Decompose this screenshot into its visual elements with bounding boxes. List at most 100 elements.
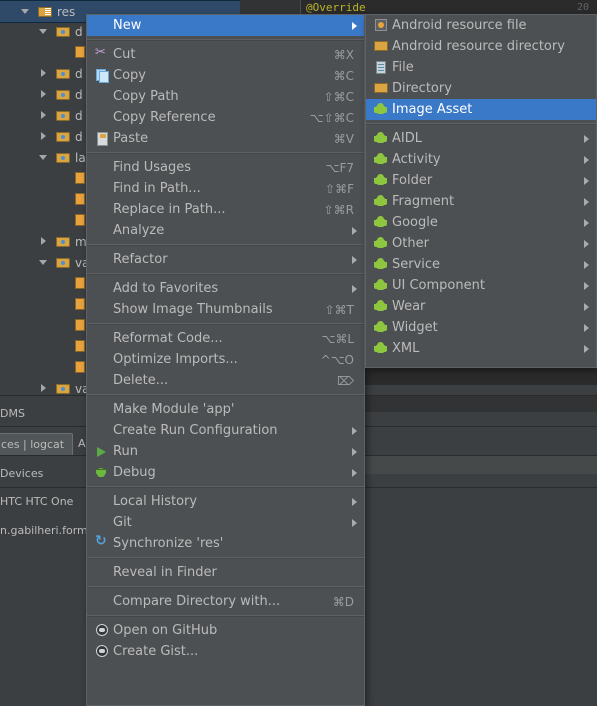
menu-item-ui-component[interactable]: UI Component bbox=[366, 275, 596, 296]
menu-item-other[interactable]: Other bbox=[366, 233, 596, 254]
menu-item-git[interactable]: Git bbox=[87, 512, 364, 533]
chevron-closed-icon[interactable] bbox=[38, 110, 49, 121]
menu-item-label: Activity bbox=[392, 152, 441, 167]
tree-row-label: d bbox=[75, 24, 83, 39]
menu-item-icon-placeholder bbox=[93, 331, 113, 347]
chevron-open-icon[interactable] bbox=[38, 26, 49, 37]
folder-icon bbox=[56, 131, 71, 143]
new-submenu[interactable]: Android resource file Android resource di… bbox=[365, 14, 597, 368]
folder-icon bbox=[56, 89, 71, 101]
menu-item-label: Fragment bbox=[392, 194, 455, 209]
directory-icon bbox=[372, 81, 392, 97]
chevron-closed-icon[interactable] bbox=[38, 383, 49, 394]
menu-item-new[interactable]: New bbox=[87, 15, 364, 36]
tree-row-label: res bbox=[57, 4, 76, 19]
menu-item-fragment[interactable]: Fragment bbox=[366, 191, 596, 212]
menu-item-label: Replace in Path... bbox=[113, 202, 226, 217]
menu-item-optimize-imports[interactable]: Optimize Imports... ^⌥O bbox=[87, 349, 364, 370]
chevron-closed-icon[interactable] bbox=[38, 131, 49, 142]
menu-item-run[interactable]: Run bbox=[87, 441, 364, 462]
menu-item-label: Paste bbox=[113, 131, 149, 146]
menu-item-label: Delete... bbox=[113, 373, 169, 388]
menu-item-add-to-favorites[interactable]: Add to Favorites bbox=[87, 278, 364, 299]
menu-item-make-module-app[interactable]: Make Module 'app' bbox=[87, 399, 364, 420]
menu-item-android-resource-directory[interactable]: Android resource directory bbox=[366, 36, 596, 57]
menu-item-show-image-thumbnails[interactable]: Show Image Thumbnails ⇧⌘T bbox=[87, 299, 364, 320]
menu-separator bbox=[87, 394, 364, 396]
menu-item-paste[interactable]: Paste ⌘V bbox=[87, 128, 364, 149]
chevron-closed-icon[interactable] bbox=[38, 89, 49, 100]
menu-item-label: Show Image Thumbnails bbox=[113, 302, 273, 317]
menu-item-android-resource-file[interactable]: Android resource file bbox=[366, 15, 596, 36]
submenu-arrow-icon bbox=[584, 239, 589, 248]
menu-item-replace-in-path[interactable]: Replace in Path... ⇧⌘R bbox=[87, 199, 364, 220]
menu-item-debug[interactable]: Debug bbox=[87, 462, 364, 483]
menu-item-icon-placeholder bbox=[93, 181, 113, 197]
menu-item-label: Analyze bbox=[113, 223, 165, 238]
menu-item-delete[interactable]: Delete... ⌦ bbox=[87, 370, 364, 391]
menu-item-label: Cut bbox=[113, 47, 136, 62]
chevron-open-icon[interactable] bbox=[20, 6, 31, 17]
menu-item-synchronize-res[interactable]: Synchronize 'res' bbox=[87, 533, 364, 554]
menu-item-label: XML bbox=[392, 341, 420, 356]
menu-item-activity[interactable]: Activity bbox=[366, 149, 596, 170]
menu-item-folder[interactable]: Folder bbox=[366, 170, 596, 191]
menu-item-reveal-in-finder[interactable]: Reveal in Finder bbox=[87, 562, 364, 583]
menu-item-create-gist[interactable]: Create Gist... bbox=[87, 641, 364, 662]
menu-item-find-in-path[interactable]: Find in Path... ⇧⌘F bbox=[87, 178, 364, 199]
menu-item-file[interactable]: File bbox=[366, 57, 596, 78]
code-annotation: @Override bbox=[306, 1, 366, 14]
menu-item-compare-directory-with[interactable]: Compare Directory with... ⌘D bbox=[87, 591, 364, 612]
menu-item-copy[interactable]: Copy ⌘C bbox=[87, 65, 364, 86]
menu-item-copy-reference[interactable]: Copy Reference ⌥⇧⌘C bbox=[87, 107, 364, 128]
menu-item-widget[interactable]: Widget bbox=[366, 317, 596, 338]
menu-item-aidl[interactable]: AIDL bbox=[366, 128, 596, 149]
menu-item-open-on-github[interactable]: Open on GitHub bbox=[87, 620, 364, 641]
menu-item-create-run-configuration[interactable]: Create Run Configuration bbox=[87, 420, 364, 441]
folder-icon bbox=[56, 110, 71, 122]
chevron-closed-icon[interactable] bbox=[38, 236, 49, 247]
process-row[interactable]: n.gabilheri.form bbox=[0, 524, 88, 537]
menu-item-icon-placeholder bbox=[93, 223, 113, 239]
submenu-arrow-icon bbox=[584, 281, 589, 290]
project-view-context-menu[interactable]: New Cut ⌘X Copy ⌘C Copy Path ⇧⌘C Copy Reference… bbox=[86, 14, 365, 706]
chevron-open-icon[interactable] bbox=[38, 152, 49, 163]
menu-item-shortcut: ⌘V bbox=[333, 131, 354, 146]
submenu-arrow-icon bbox=[584, 218, 589, 227]
menu-item-shortcut: ⇧⌘T bbox=[324, 302, 354, 317]
menu-item-find-usages[interactable]: Find Usages ⌥F7 bbox=[87, 157, 364, 178]
menu-item-icon-placeholder bbox=[93, 18, 113, 34]
menu-item-reformat-code[interactable]: Reformat Code... ⌥⌘L bbox=[87, 328, 364, 349]
tab-devices-logcat[interactable]: ces | logcat bbox=[0, 433, 74, 455]
menu-item-google[interactable]: Google bbox=[366, 212, 596, 233]
menu-item-label: New bbox=[113, 18, 142, 33]
menu-item-xml[interactable]: XML bbox=[366, 338, 596, 359]
menu-item-directory[interactable]: Directory bbox=[366, 78, 596, 99]
menu-item-shortcut: ⇧⌘F bbox=[325, 181, 354, 196]
menu-item-label: Directory bbox=[392, 81, 452, 96]
menu-item-copy-path[interactable]: Copy Path ⇧⌘C bbox=[87, 86, 364, 107]
menu-item-icon-placeholder bbox=[93, 202, 113, 218]
menu-item-label: Local History bbox=[113, 494, 198, 509]
menu-item-wear[interactable]: Wear bbox=[366, 296, 596, 317]
menu-item-cut[interactable]: Cut ⌘X bbox=[87, 44, 364, 65]
menu-item-shortcut: ⌥F7 bbox=[325, 160, 354, 175]
menu-item-shortcut: ⌘D bbox=[332, 594, 354, 609]
submenu-arrow-icon bbox=[352, 284, 357, 293]
submenu-arrow-icon bbox=[584, 302, 589, 311]
menu-item-image-asset[interactable]: Image Asset bbox=[366, 99, 596, 120]
res-folder-icon bbox=[38, 6, 53, 18]
menu-item-icon-placeholder bbox=[93, 252, 113, 268]
menu-item-analyze[interactable]: Analyze bbox=[87, 220, 364, 241]
menu-item-label: Open on GitHub bbox=[113, 623, 218, 638]
menu-item-refactor[interactable]: Refactor bbox=[87, 249, 364, 270]
chevron-open-icon[interactable] bbox=[38, 257, 49, 268]
menu-item-local-history[interactable]: Local History bbox=[87, 491, 364, 512]
menu-item-label: Other bbox=[392, 236, 429, 251]
menu-item-service[interactable]: Service bbox=[366, 254, 596, 275]
submenu-arrow-icon bbox=[584, 323, 589, 332]
device-row[interactable]: HTC HTC One bbox=[0, 495, 73, 508]
chevron-closed-icon[interactable] bbox=[38, 68, 49, 79]
